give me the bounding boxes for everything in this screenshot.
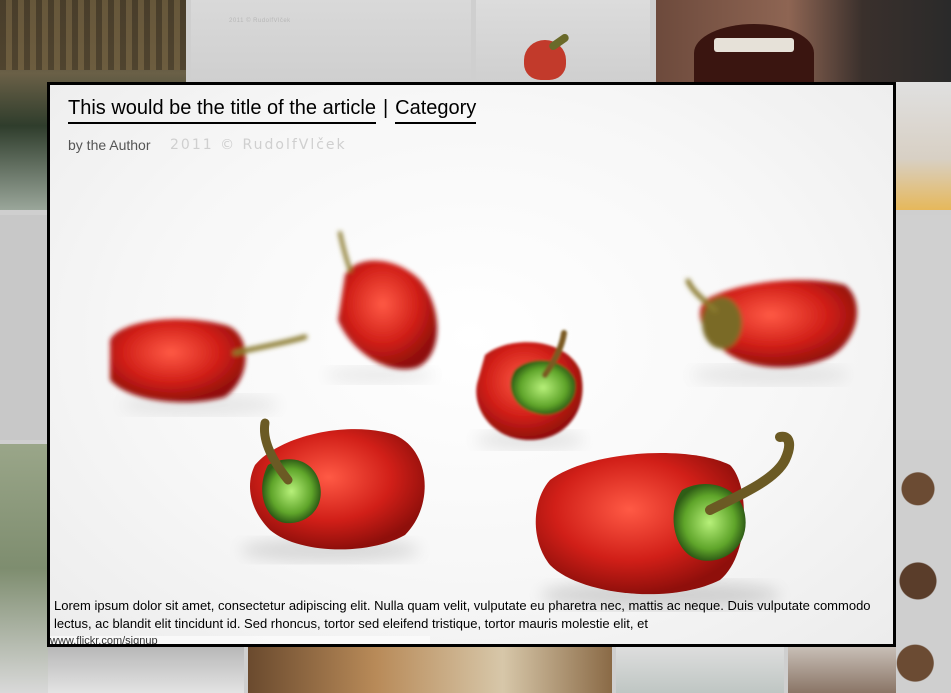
category-link[interactable]: Category — [395, 97, 477, 124]
gallery-tile-bottom-3[interactable] — [616, 646, 784, 693]
photo-watermark: 2011 © RudolfVlček — [170, 137, 347, 153]
url-fragment: www.flickr.com/signup — [50, 636, 430, 644]
gallery-tile-mouth[interactable] — [656, 0, 951, 82]
gallery-tile-bottom-1[interactable] — [48, 646, 244, 693]
title-separator: | — [382, 97, 389, 119]
gallery-tile-blank-page[interactable]: 2011 © RudolfVlček — [191, 0, 471, 82]
hut-roof — [0, 0, 186, 70]
article-excerpt: Lorem ipsum dolor sit amet, consectetur … — [54, 598, 871, 631]
teeth-shape — [714, 38, 794, 52]
gallery-tile-pizza[interactable] — [248, 646, 612, 693]
article-title-link[interactable]: This would be the title of the article — [68, 97, 376, 124]
gallery-tile-left-bottom[interactable] — [0, 444, 48, 693]
tiny-caption: 2011 © RudolfVlček — [229, 18, 291, 24]
gallery-tile-right-middle[interactable] — [896, 215, 951, 440]
gallery-tile-pepper[interactable] — [476, 0, 650, 82]
article-overlay[interactable]: 2011 © RudolfVlček This would be the tit… — [47, 82, 896, 647]
mouth-shape — [694, 24, 814, 82]
gallery-tile-left-middle[interactable] — [0, 215, 48, 440]
gallery-tile-bottom-4[interactable] — [788, 646, 896, 693]
article-title-row: This would be the title of the article | C… — [68, 97, 477, 124]
peppers-photo — [50, 85, 893, 644]
article-author: by the Author — [68, 137, 151, 153]
gallery-tile-cupcakes[interactable] — [896, 444, 951, 693]
gallery-tile-right-top[interactable] — [896, 82, 951, 210]
